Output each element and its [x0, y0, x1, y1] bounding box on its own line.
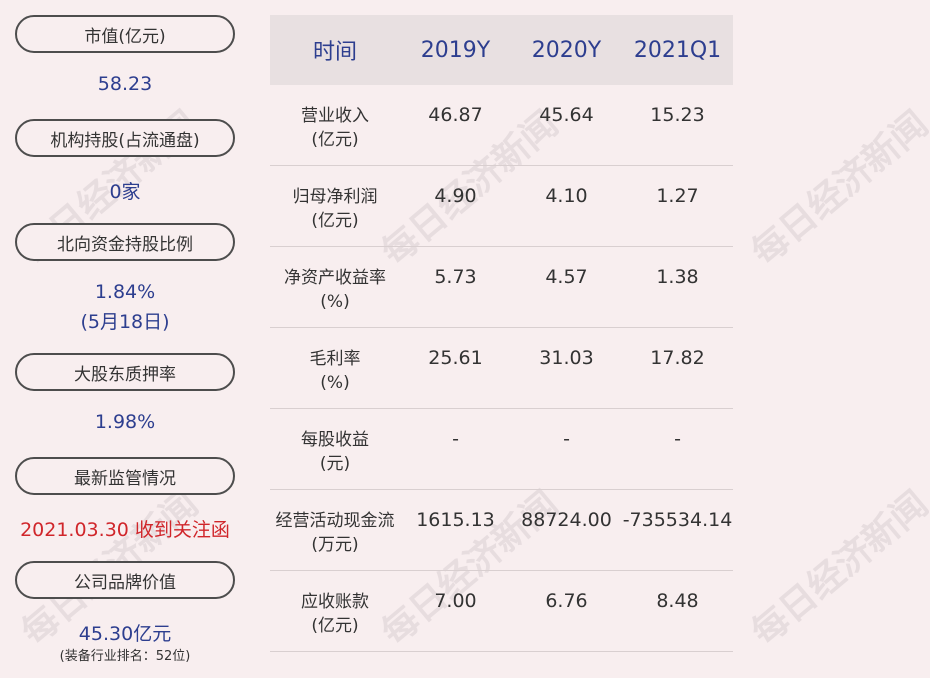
- financial-table: 时间 2019Y 2020Y 2021Q1 营业收入 (亿元) 46.87 45.…: [270, 15, 733, 652]
- table-cell: 6.76: [545, 590, 588, 612]
- row-label: 每股收益 (元): [301, 430, 369, 474]
- market-cap-value: 58.23: [97, 73, 153, 95]
- header-time: 时间: [312, 40, 357, 65]
- table-cell: 46.87: [428, 104, 483, 126]
- table-cell: 88724.00: [521, 509, 612, 531]
- table-cell: 5.73: [434, 266, 477, 288]
- watermark: 每日经济新闻: [744, 103, 930, 274]
- brand-value-value: 45.30亿元: [78, 623, 172, 645]
- northbound-holding-value: 1.84%: [94, 281, 156, 303]
- table-row: 营业收入 (亿元) 46.87 45.64 15.23: [270, 85, 733, 166]
- table-cell: -: [452, 428, 459, 450]
- row-label: 归母净利润 (亿元): [292, 187, 378, 231]
- table-cell: 31.03: [539, 347, 594, 369]
- pledge-ratio-value: 1.98%: [94, 411, 156, 433]
- northbound-holding-label: 北向资金持股比例: [15, 223, 235, 261]
- table-cell: -: [563, 428, 570, 450]
- left-panel: 市值(亿元) 58.23 机构持股(占流通盘) 0家 北向资金持股比例 1.84…: [0, 0, 250, 678]
- institution-holding-label: 机构持股(占流通盘): [15, 119, 235, 157]
- table-cell: 4.57: [545, 266, 588, 288]
- table-cell: 4.90: [434, 185, 477, 207]
- row-label: 经营活动现金流 (万元): [275, 511, 395, 555]
- table-row: 每股收益 (元) - - -: [270, 409, 733, 490]
- pledge-ratio-label: 大股东质押率: [15, 353, 235, 391]
- table-cell: 1615.13: [416, 509, 495, 531]
- table-cell: 7.00: [434, 590, 477, 612]
- table-row: 经营活动现金流 (万元) 1615.13 88724.00 -735534.14: [270, 490, 733, 571]
- row-label: 应收账款 (亿元): [301, 592, 369, 636]
- table-row: 归母净利润 (亿元) 4.90 4.10 1.27: [270, 166, 733, 247]
- table-cell: 4.10: [545, 185, 588, 207]
- table-cell: 17.82: [650, 347, 705, 369]
- brand-rank-note: (装备行业排名：52位): [59, 649, 191, 664]
- header-2019y: 2019Y: [420, 37, 491, 63]
- table-row: 毛利率 (%) 25.61 31.03 17.82: [270, 328, 733, 409]
- table-cell: 8.48: [656, 590, 699, 612]
- table-cell: 45.64: [539, 104, 594, 126]
- row-label: 毛利率 (%): [309, 349, 361, 393]
- table-cell: 1.38: [656, 266, 699, 288]
- regulation-value: 2021.03.30 收到关注函: [20, 519, 230, 541]
- brand-value-label: 公司品牌价值: [15, 561, 235, 599]
- table-row: 净资产收益率 (%) 5.73 4.57 1.38: [270, 247, 733, 328]
- watermark: 每日经济新闻: [744, 483, 930, 654]
- row-label: 营业收入 (亿元): [301, 106, 369, 150]
- regulation-label: 最新监管情况: [15, 457, 235, 495]
- market-cap-label: 市值(亿元): [15, 15, 235, 53]
- table-cell: 1.27: [656, 185, 699, 207]
- header-2021q1: 2021Q1: [633, 37, 722, 63]
- institution-holding-value: 0家: [109, 181, 141, 203]
- table-cell: 15.23: [650, 104, 705, 126]
- northbound-holding-date: (5月18日): [80, 311, 170, 333]
- table-cell: 25.61: [428, 347, 483, 369]
- row-label: 净资产收益率 (%): [284, 268, 386, 312]
- table-header: 时间 2019Y 2020Y 2021Q1: [270, 15, 733, 85]
- table-row: 应收账款 (亿元) 7.00 6.76 8.48: [270, 571, 733, 652]
- table-cell: -: [674, 428, 681, 450]
- table-cell: -735534.14: [622, 509, 733, 531]
- header-2020y: 2020Y: [531, 37, 602, 63]
